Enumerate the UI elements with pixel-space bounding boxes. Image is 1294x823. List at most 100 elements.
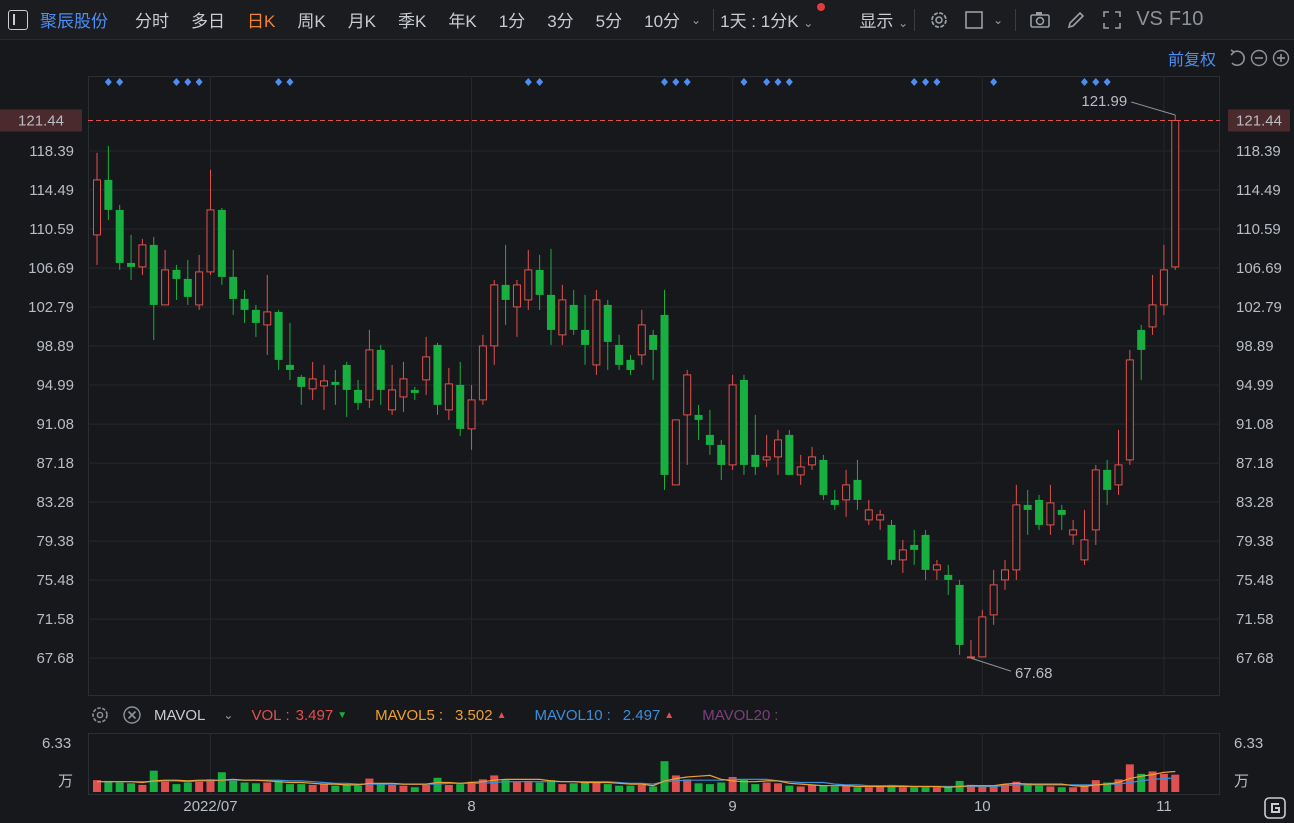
volume-bar — [354, 785, 363, 792]
event-marker-icon — [763, 78, 771, 86]
candle-body — [467, 399, 476, 430]
candle-body — [478, 345, 487, 401]
ytick-left: 67.68 — [36, 650, 74, 667]
volume-bar — [842, 785, 851, 792]
vol-unit-left: 万 — [58, 773, 73, 790]
volume-bar — [819, 785, 828, 792]
event-marker-icon — [774, 78, 782, 86]
volume-bar — [558, 784, 567, 792]
ytick-left: 110.59 — [29, 221, 74, 238]
volume-bar — [388, 784, 397, 792]
ytick-left: 114.49 — [29, 182, 74, 199]
volume-bar — [195, 781, 204, 792]
candle-body — [206, 209, 215, 273]
ytick-left: 83.28 — [36, 494, 74, 511]
gear-icon[interactable] — [90, 705, 110, 725]
volume-bar — [376, 784, 385, 792]
current-price-label-right: 121.44 — [1236, 113, 1282, 130]
xtick: 8 — [467, 798, 475, 815]
candle-body — [1148, 304, 1157, 328]
volume-bar — [172, 784, 181, 792]
watermark-logo — [1264, 797, 1286, 819]
volume-bar — [808, 784, 817, 792]
mavol20-label: MAVOL20 — [702, 706, 771, 724]
candle-body — [637, 324, 646, 356]
event-marker-icon — [286, 78, 294, 86]
candle-body — [774, 439, 782, 458]
ytick-right: 106.69 — [1236, 260, 1282, 277]
high-leader-line — [1131, 101, 1176, 116]
candle-body — [547, 294, 555, 330]
volume-bar — [705, 784, 714, 792]
candle-body — [127, 262, 136, 267]
ytick-left: 106.69 — [28, 260, 74, 277]
volume-bar — [535, 782, 544, 792]
indicator-name[interactable]: MAVOL — [154, 707, 205, 724]
candle-body — [819, 459, 828, 495]
candle-body — [354, 389, 363, 403]
candle-body — [910, 544, 919, 550]
close-icon[interactable] — [122, 705, 142, 725]
ytick-right: 83.28 — [1236, 494, 1274, 511]
volume-bar — [161, 781, 170, 792]
vol-ytick-top-right: 6.33 — [1234, 735, 1263, 752]
candle-body — [887, 524, 896, 560]
volume-bar — [830, 786, 839, 792]
candle-body — [115, 209, 124, 263]
event-marker-icon — [785, 78, 793, 86]
mavol10-label: MAVOL10 — [534, 706, 603, 724]
mavol5-value: 3.502 — [455, 706, 493, 724]
candle-body — [842, 484, 851, 501]
candle-body — [569, 304, 578, 330]
candle-body — [535, 269, 544, 295]
volume-bar — [626, 785, 635, 792]
volume-bar — [853, 787, 862, 792]
candle-body — [796, 466, 805, 476]
candle-body — [1046, 502, 1055, 526]
current-price-label-left: 121.44 — [18, 113, 64, 130]
volume-bar — [1046, 786, 1055, 792]
volume-bar — [876, 786, 885, 792]
event-marker-icon — [672, 78, 680, 86]
candle-body — [1069, 529, 1078, 536]
candle-body — [898, 549, 907, 561]
ytick-left: 71.58 — [36, 611, 74, 628]
candle-body — [149, 244, 158, 305]
ytick-left: 91.08 — [36, 416, 74, 433]
candle-body — [1137, 329, 1146, 350]
candle-body — [195, 271, 204, 306]
event-marker-icon — [990, 78, 998, 86]
event-marker-icon — [172, 78, 180, 86]
candle-body — [1091, 469, 1100, 531]
volume-bar — [512, 781, 521, 792]
candle-body — [422, 356, 431, 381]
ytick-left: 79.38 — [36, 533, 74, 550]
volume-bar — [115, 782, 124, 792]
up-arrow-icon: ▲ — [664, 709, 675, 721]
chevron-down-icon[interactable]: ⌄ — [223, 708, 233, 722]
ytick-right: 67.68 — [1236, 650, 1274, 667]
candle-body — [240, 298, 249, 310]
vol-label: VOL — [251, 706, 282, 724]
vol-value: 3.497 — [295, 706, 334, 724]
xtick: 2022/07 — [183, 798, 237, 815]
candle-body — [944, 574, 953, 580]
ytick-left: 94.99 — [36, 377, 74, 394]
event-marker-icon — [661, 78, 668, 86]
candle-body — [1159, 269, 1168, 306]
indicator-bar: MAVOL ⌄ VOL: 3.497 ▼ MAVOL5: 3.502 ▲ MAV… — [88, 700, 778, 730]
volume-bar — [785, 785, 794, 792]
candle-body — [1057, 509, 1066, 515]
candle-body — [626, 359, 635, 370]
candle-body — [1080, 539, 1089, 561]
event-marker-icon — [683, 78, 691, 86]
candle-body — [512, 284, 521, 308]
event-marker-icon — [184, 78, 192, 86]
event-marker-icon — [116, 78, 124, 86]
vol-unit-right: 万 — [1234, 773, 1249, 790]
candle-body — [342, 364, 351, 390]
mavol10-value: 2.497 — [622, 706, 661, 724]
candle-body — [717, 444, 726, 465]
event-marker-icon — [524, 78, 532, 86]
candle-body — [1171, 120, 1180, 268]
